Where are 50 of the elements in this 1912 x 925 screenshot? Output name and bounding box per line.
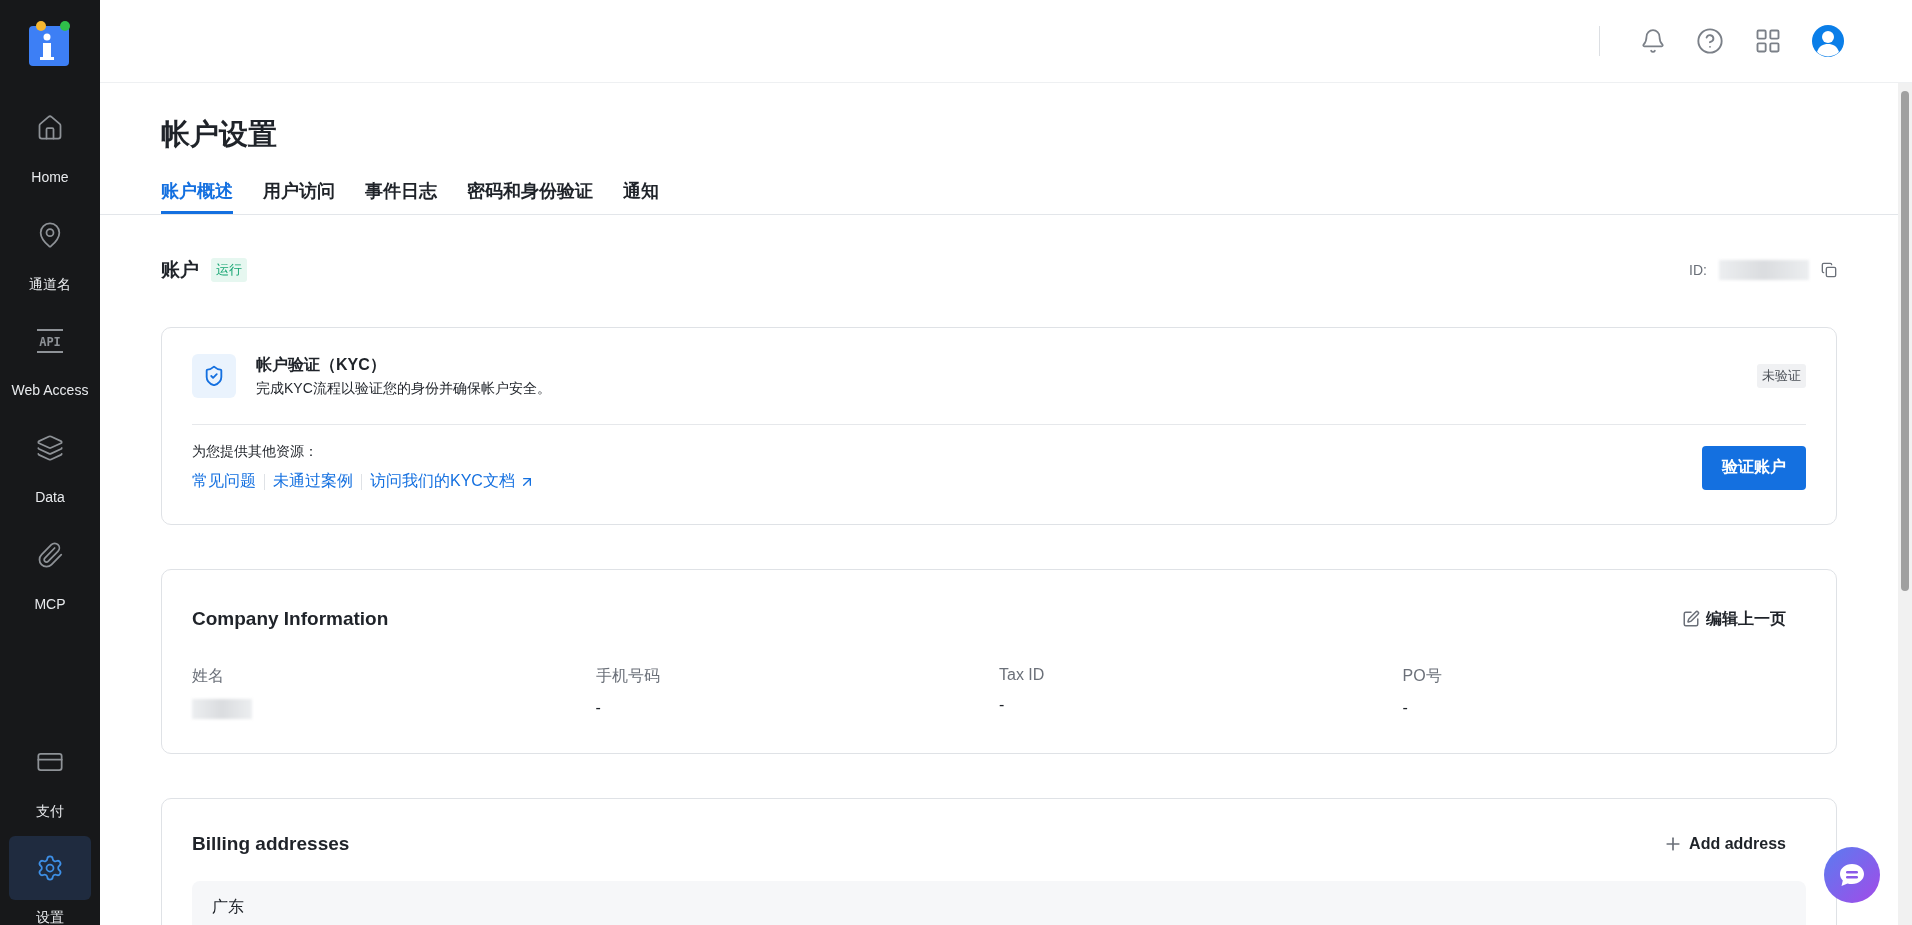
chat-button[interactable] [1824, 847, 1880, 903]
scrollbar[interactable] [1898, 83, 1912, 925]
page-title: 帐户设置 [161, 117, 278, 152]
copy-icon[interactable] [1821, 262, 1837, 278]
field-value: - [1402, 699, 1409, 717]
resources-label: 为您提供其他资源： [192, 443, 319, 461]
sidebar-item[interactable]: MCP [9, 522, 91, 612]
tab[interactable]: 密码和身份验证 [467, 179, 593, 214]
edit-icon [1682, 610, 1700, 628]
layers-icon [36, 434, 64, 463]
field-value: - [595, 699, 602, 717]
help-icon[interactable] [1696, 27, 1724, 55]
id-label: ID: [1689, 262, 1707, 278]
edit-button[interactable]: 编辑上一页 [1682, 608, 1806, 630]
resource-link[interactable]: 未通过案例 [273, 471, 353, 492]
tab[interactable]: 用户访问 [263, 179, 335, 214]
kyc-description: 完成KYC流程以验证您的身份并确保帐户安全。 [256, 379, 552, 398]
resource-link[interactable]: 访问我们的KYC文档 [370, 471, 535, 492]
sidebar-item[interactable]: 通道名 [9, 202, 91, 292]
avatar-icon[interactable] [1812, 25, 1844, 57]
sidebar-item[interactable]: 支付 [9, 729, 91, 819]
status-badge: 未验证 [1757, 364, 1806, 388]
paperclip-icon [36, 540, 64, 569]
section-title: Company Information [192, 608, 389, 630]
field-label: Tax ID [999, 666, 1046, 684]
sidebar-item[interactable]: API Web Access [9, 309, 91, 399]
resource-link[interactable]: 常见问题 [192, 471, 256, 492]
address-line: 广东 [212, 898, 244, 915]
field-label: 姓名 [192, 666, 225, 686]
tab[interactable]: 事件日志 [365, 179, 437, 214]
field-label: 手机号码 [595, 666, 661, 686]
section-title: 账户 [161, 258, 199, 282]
section-title: Billing addresses [192, 833, 350, 855]
home-icon [36, 114, 64, 142]
app-logo[interactable] [29, 20, 71, 66]
sidebar-item[interactable]: Home [9, 96, 91, 185]
shield-icon [192, 354, 236, 398]
add-address-button[interactable]: Add address [1663, 834, 1806, 854]
tab[interactable]: 通知 [623, 179, 659, 214]
field-value: - [999, 696, 1006, 714]
status-badge: 运行 [211, 258, 247, 282]
chat-icon [1838, 862, 1866, 888]
settings-icon [36, 854, 64, 883]
tab[interactable]: 账户概述 [161, 179, 233, 214]
field-label: PO号 [1402, 666, 1443, 686]
verify-button[interactable]: 验证账户 [1702, 445, 1806, 490]
apps-grid-icon[interactable] [1754, 27, 1782, 55]
kyc-title: 帐户验证（KYC） [256, 354, 387, 375]
sidebar-item[interactable]: Data [9, 416, 91, 505]
bell-icon[interactable] [1640, 28, 1666, 54]
